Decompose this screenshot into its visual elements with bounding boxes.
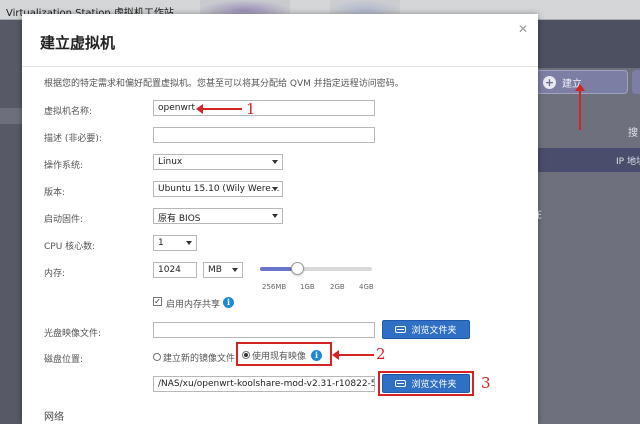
vm-name-label: 虚拟机名称: — [44, 104, 92, 117]
memory-label: 内存: — [44, 266, 65, 279]
annotation-number: 2 — [376, 345, 386, 363]
divider — [22, 66, 538, 67]
memory-tick-label: 2GB — [330, 283, 345, 291]
os-select-value: Linux — [158, 157, 182, 167]
os-label: 操作系统: — [44, 158, 83, 171]
version-label: 版本: — [44, 185, 65, 198]
annotation-highlight — [378, 371, 474, 396]
version-select-value: Ubuntu 15.10 (Wily Were... — [158, 184, 279, 194]
chevron-down-icon — [272, 187, 278, 191]
create-vm-dialog: 建立虚拟机 ✕ 根据您的特定需求和偏好配置虚拟机。您甚至可以将其分配给 QVM … — [22, 14, 538, 424]
firmware-select-value: 原有 BIOS — [158, 214, 201, 224]
cd-image-input[interactable] — [153, 322, 375, 338]
memory-slider-handle[interactable] — [291, 262, 304, 275]
radio-new-image-label: 建立新的镜像文件 — [163, 351, 235, 364]
firmware-select[interactable]: 原有 BIOS — [153, 208, 283, 224]
vm-name-input[interactable]: openwrt — [153, 100, 375, 116]
memory-sharing-checkbox[interactable]: ✓ — [153, 297, 162, 306]
ip-address-column-header: IP 地址 — [616, 154, 640, 167]
memory-tick-label: 256MB — [262, 283, 286, 291]
memory-input[interactable]: 1024 — [153, 262, 197, 278]
sidebar-item — [0, 108, 22, 124]
info-icon[interactable]: i — [223, 297, 234, 308]
cpu-cores-select[interactable]: 1 — [153, 235, 197, 251]
annotation-highlight — [236, 342, 332, 366]
annotation-arrow — [338, 354, 374, 356]
search-label: 搜 — [628, 124, 638, 139]
memory-sharing-label: 启用内存共享 — [166, 297, 220, 310]
close-icon[interactable]: ✕ — [518, 22, 528, 36]
memory-tick-label: 1GB — [300, 283, 315, 291]
browse-cd-image-button[interactable]: 浏览文件夹 — [382, 320, 470, 339]
chevron-down-icon — [272, 160, 278, 164]
description-input[interactable] — [153, 127, 375, 143]
chevron-down-icon — [232, 268, 238, 272]
browse-button-label: 浏览文件夹 — [411, 323, 456, 336]
disk-image-path-input[interactable]: /NAS/xu/openwrt-koolshare-mod-v2.31-r108… — [153, 376, 375, 392]
plus-icon: + — [543, 76, 556, 89]
memory-tick-label: 4GB — [359, 283, 374, 291]
radio-new-image[interactable] — [153, 353, 161, 361]
memory-unit-value: MB — [208, 265, 222, 275]
disk-location-label: 磁盘位置: — [44, 352, 83, 365]
annotation-arrow — [579, 90, 581, 130]
version-select[interactable]: Ubuntu 15.10 (Wily Were... — [153, 181, 283, 197]
dialog-description: 根据您的特定需求和偏好配置虚拟机。您甚至可以将其分配给 QVM 并指定远程访问密… — [44, 76, 404, 89]
background-button[interactable] — [632, 70, 640, 94]
memory-slider[interactable] — [260, 267, 372, 271]
annotation-number: 3 — [481, 374, 491, 392]
description-label: 描述 (非必要): — [44, 131, 102, 144]
dialog-title: 建立虚拟机 — [40, 32, 115, 53]
vm-table-header: IP 地址 — [528, 148, 640, 172]
firmware-label: 启动固件: — [44, 212, 83, 225]
cpu-cores-label: CPU 核心数: — [44, 239, 95, 252]
cd-image-label: 光盘映像文件: — [44, 326, 101, 339]
hard-drive-icon — [395, 326, 406, 333]
background-sidebar — [0, 20, 22, 424]
cpu-cores-value: 1 — [158, 238, 164, 248]
annotation-number: 1 — [246, 100, 256, 118]
memory-unit-select[interactable]: MB — [203, 262, 243, 278]
chevron-down-icon — [186, 241, 192, 245]
annotation-arrow — [202, 108, 242, 110]
os-select[interactable]: Linux — [153, 154, 283, 170]
network-section-title: 网络 — [44, 408, 64, 423]
chevron-down-icon — [272, 214, 278, 218]
